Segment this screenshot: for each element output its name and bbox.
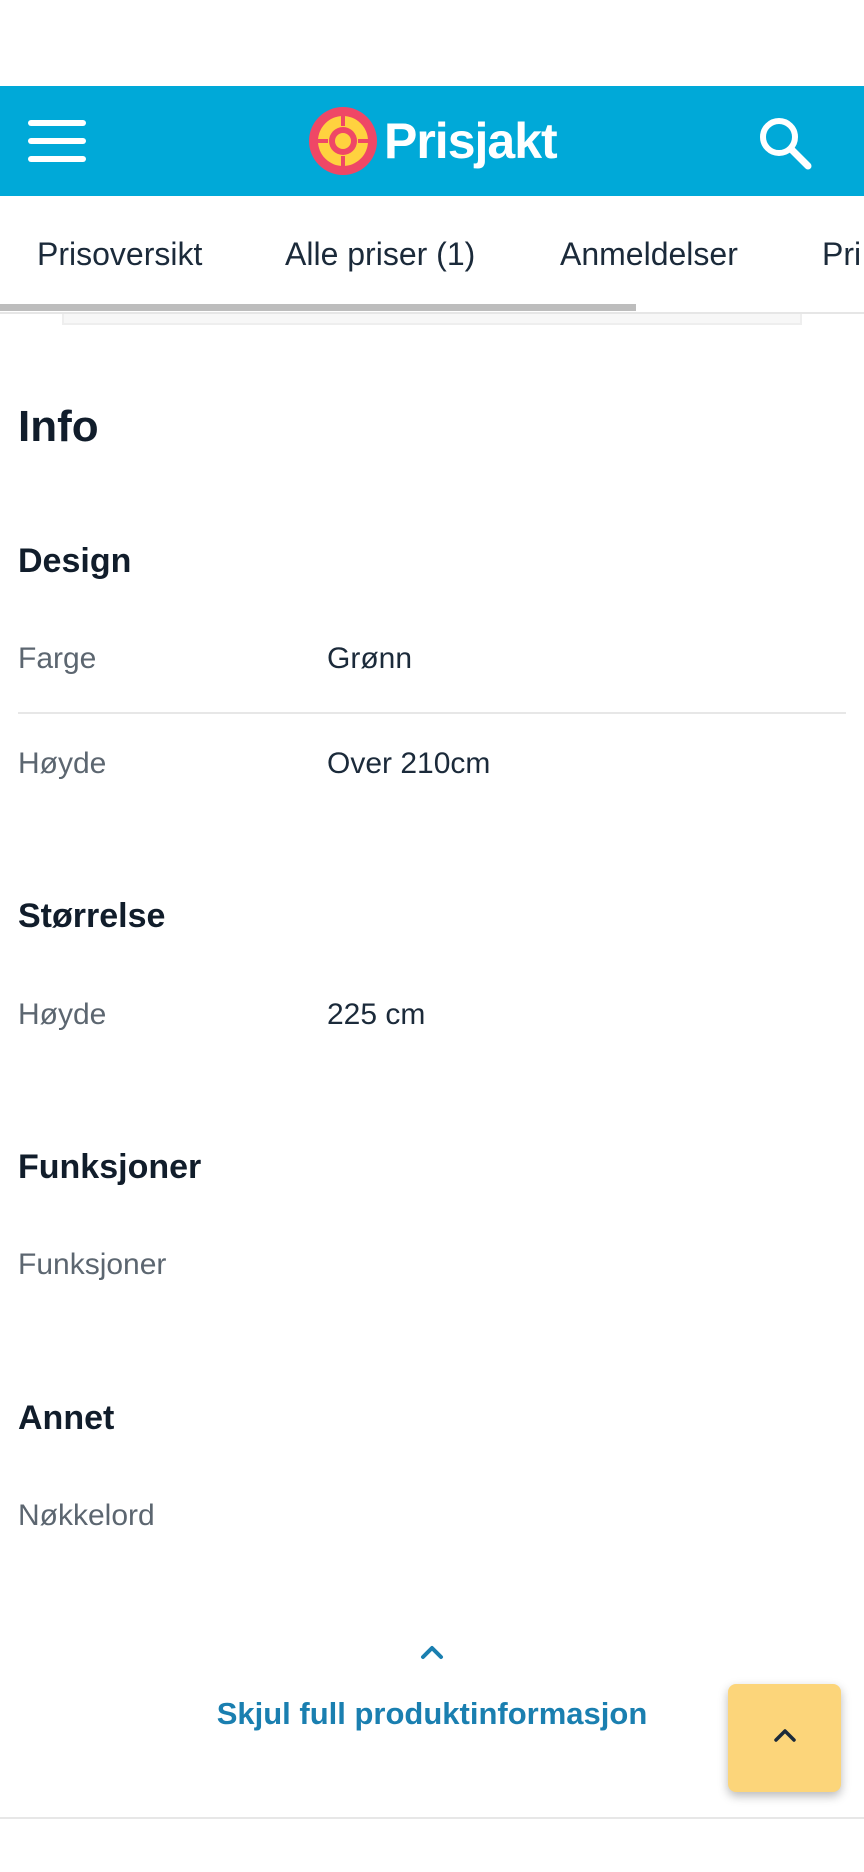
- spec-label-nokkelord: Nøkkelord: [18, 1499, 155, 1532]
- info-heading: Info: [18, 402, 99, 451]
- scroll-to-top-button[interactable]: [728, 1684, 841, 1792]
- spec-label-hoyde: Høyde: [18, 747, 107, 780]
- chevron-up-icon[interactable]: [418, 1642, 446, 1662]
- tab-alle-priser[interactable]: Alle priser (1): [285, 236, 475, 273]
- chevron-up-icon: [774, 1729, 796, 1742]
- prisjakt-logo[interactable]: Prisjakt: [308, 106, 558, 176]
- spec-value-hoyde: Over 210cm: [327, 747, 491, 780]
- prisjakt-logo-mark-icon: [309, 107, 377, 175]
- spec-label-hoyde-size: Høyde: [18, 998, 107, 1031]
- spec-label-funksjoner: Funksjoner: [18, 1248, 167, 1281]
- section-title-design: Design: [18, 542, 132, 580]
- tab-anmeldelser[interactable]: Anmeldelser: [560, 236, 738, 273]
- previous-card-edge: [62, 314, 802, 325]
- brand-name: Prisjakt: [384, 113, 558, 169]
- hamburger-menu-icon[interactable]: [28, 120, 86, 162]
- tab-prishistorikk[interactable]: Pri: [822, 236, 861, 273]
- spec-value-farge: Grønn: [327, 642, 413, 675]
- section-title-storrelse: Størrelse: [18, 897, 166, 935]
- tab-scroll-indicator: [0, 304, 636, 311]
- bottom-divider: [0, 1817, 864, 1819]
- row-divider: [18, 712, 846, 714]
- section-title-funksjoner: Funksjoner: [18, 1148, 202, 1186]
- spec-value-hoyde-size: 225 cm: [327, 998, 426, 1031]
- product-tab-bar: Prisoversikt Alle priser (1) Anmeldelser…: [0, 196, 864, 314]
- tab-prisoversikt[interactable]: Prisoversikt: [37, 236, 202, 273]
- top-app-bar: Prisjakt: [0, 86, 864, 196]
- spec-label-farge: Farge: [18, 642, 97, 675]
- search-icon[interactable]: [756, 114, 812, 170]
- status-bar: [0, 0, 864, 86]
- section-title-annet: Annet: [18, 1399, 115, 1437]
